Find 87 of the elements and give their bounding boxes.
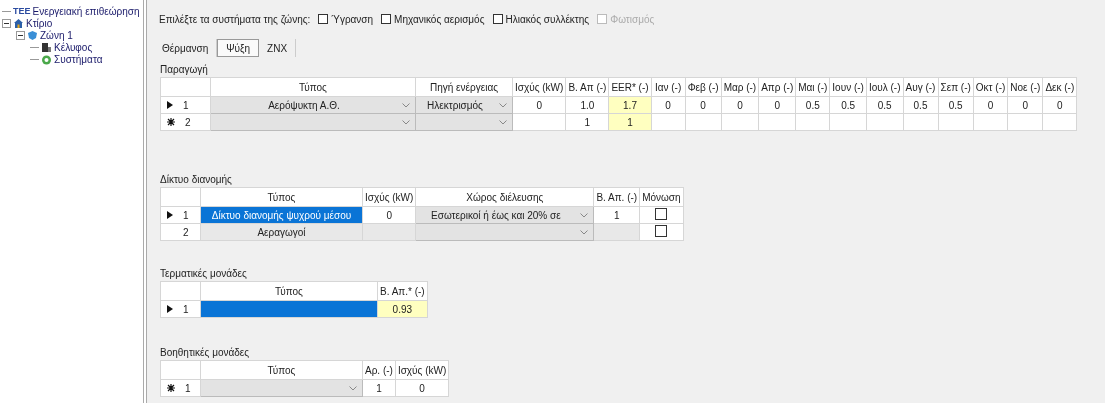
caret-icon — [402, 119, 410, 125]
table-cell: 0 — [651, 96, 686, 114]
table-cell: 0.5 — [903, 96, 938, 114]
table-cell: 1 — [565, 113, 609, 131]
new-row-icon — [167, 118, 175, 126]
caret-icon — [580, 212, 589, 218]
caret-icon — [499, 119, 507, 125]
column-header: Αυγ (-) — [903, 77, 938, 97]
caret-icon — [349, 385, 357, 391]
column-header: Ιουλ (-) — [866, 77, 903, 97]
column-header: Τύπος — [200, 187, 363, 207]
tree-item[interactable]: Κτίριο — [26, 17, 53, 29]
table-cell: 0.5 — [829, 96, 867, 114]
table-cell: 0 — [721, 96, 759, 114]
caret-icon — [402, 102, 410, 108]
row-number: 1 — [183, 209, 189, 221]
column-header: Τύπος — [200, 360, 363, 380]
systems-prompt: Επιλέξτε τα συστήματα της ζώνης: — [159, 13, 311, 25]
column-header: Β. Απ.* (-) — [377, 281, 428, 301]
tree-item[interactable]: Ενεργειακή επιθεώρηση — [32, 5, 140, 17]
column-header: Πηγή ενέργειας — [415, 77, 513, 97]
tab[interactable]: Ψύξη — [217, 39, 260, 57]
collapse-icon[interactable] — [2, 18, 11, 28]
section-title: Δίκτυο διανομής — [160, 173, 233, 187]
column-header: Ιαν (-) — [651, 77, 686, 97]
column-header: Νοε (-) — [1007, 77, 1043, 97]
table-cell: 0 — [1042, 96, 1077, 114]
checkbox[interactable]: Ύγρανση — [318, 13, 374, 25]
table-cell: 0 — [685, 96, 722, 114]
column-header: Αρ. (-) — [362, 360, 396, 380]
row-pointer-icon — [167, 305, 173, 313]
table-cell: 0 — [512, 96, 566, 114]
checkbox[interactable] — [655, 208, 668, 220]
section-title: Τερματικές μονάδες — [160, 267, 248, 281]
gauge-icon — [41, 53, 52, 65]
caret-icon — [580, 229, 589, 235]
tree-item[interactable]: Κέλυφος — [54, 41, 93, 53]
row-number: 1 — [185, 382, 191, 394]
table-cell: 0 — [1007, 96, 1043, 114]
table-cell[interactable]: 0 — [362, 206, 416, 224]
caret-icon — [499, 102, 507, 108]
logo: ΤΕΕ — [13, 6, 31, 16]
row-number: 1 — [183, 99, 189, 111]
checkbox[interactable]: Ηλιακός συλλέκτης — [492, 13, 590, 25]
table-cell: 1.0 — [565, 96, 609, 114]
new-row-icon — [167, 384, 175, 392]
column-header: Μαρ (-) — [721, 77, 759, 97]
building-icon — [41, 41, 52, 53]
row-pointer-icon — [167, 211, 173, 219]
row-number: 1 — [183, 303, 189, 315]
column-header: Β. Απ. (-) — [593, 187, 640, 207]
column-header: Ισχύς (kW) — [362, 187, 416, 207]
column-header: Ιουν (-) — [829, 77, 867, 97]
column-header: Φεβ (-) — [685, 77, 722, 97]
column-header: Τύπος — [210, 77, 416, 97]
column-header: Σεπ (-) — [938, 77, 974, 97]
table-cell: 0 — [395, 379, 449, 397]
checkbox[interactable]: Μηχανικός αερισμός — [381, 13, 485, 25]
table-cell: 0 — [973, 96, 1008, 114]
row-number: 2 — [183, 226, 189, 238]
column-header: Απρ (-) — [758, 77, 796, 97]
column-header: Οκτ (-) — [973, 77, 1008, 97]
section-title: Παραγωγή — [160, 63, 209, 77]
column-header: Ισχύς (kW) — [395, 360, 449, 380]
tree-item[interactable]: Ζώνη 1 — [40, 29, 73, 41]
house-icon — [13, 17, 24, 29]
collapse-icon[interactable] — [16, 30, 25, 40]
table-cell: 0.5 — [866, 96, 903, 114]
column-header: Χώρος διέλευσης — [415, 187, 594, 207]
table-cell: 0.5 — [795, 96, 830, 114]
table-cell: 0 — [758, 96, 796, 114]
table-cell: 0.5 — [938, 96, 974, 114]
row-pointer-icon — [167, 101, 173, 109]
column-header: Μόνωση — [639, 187, 684, 207]
tab[interactable]: ZNX — [259, 39, 297, 57]
column-header: Β. Απ (-) — [565, 77, 609, 97]
column-header: Τύπος — [200, 281, 378, 301]
table-cell: 1 — [362, 379, 396, 397]
column-header: Μαι (-) — [795, 77, 830, 97]
column-header: Ισχύς (kW) — [512, 77, 566, 97]
column-header: EER* (-) — [608, 77, 652, 97]
table-cell[interactable]: 1 — [593, 206, 640, 224]
row-number: 2 — [185, 116, 191, 128]
tree-item[interactable]: Συστήματα — [54, 53, 103, 65]
section-title: Βοηθητικές μονάδες — [160, 346, 251, 360]
column-header: Δεκ (-) — [1042, 77, 1077, 97]
shield-icon — [27, 29, 38, 41]
